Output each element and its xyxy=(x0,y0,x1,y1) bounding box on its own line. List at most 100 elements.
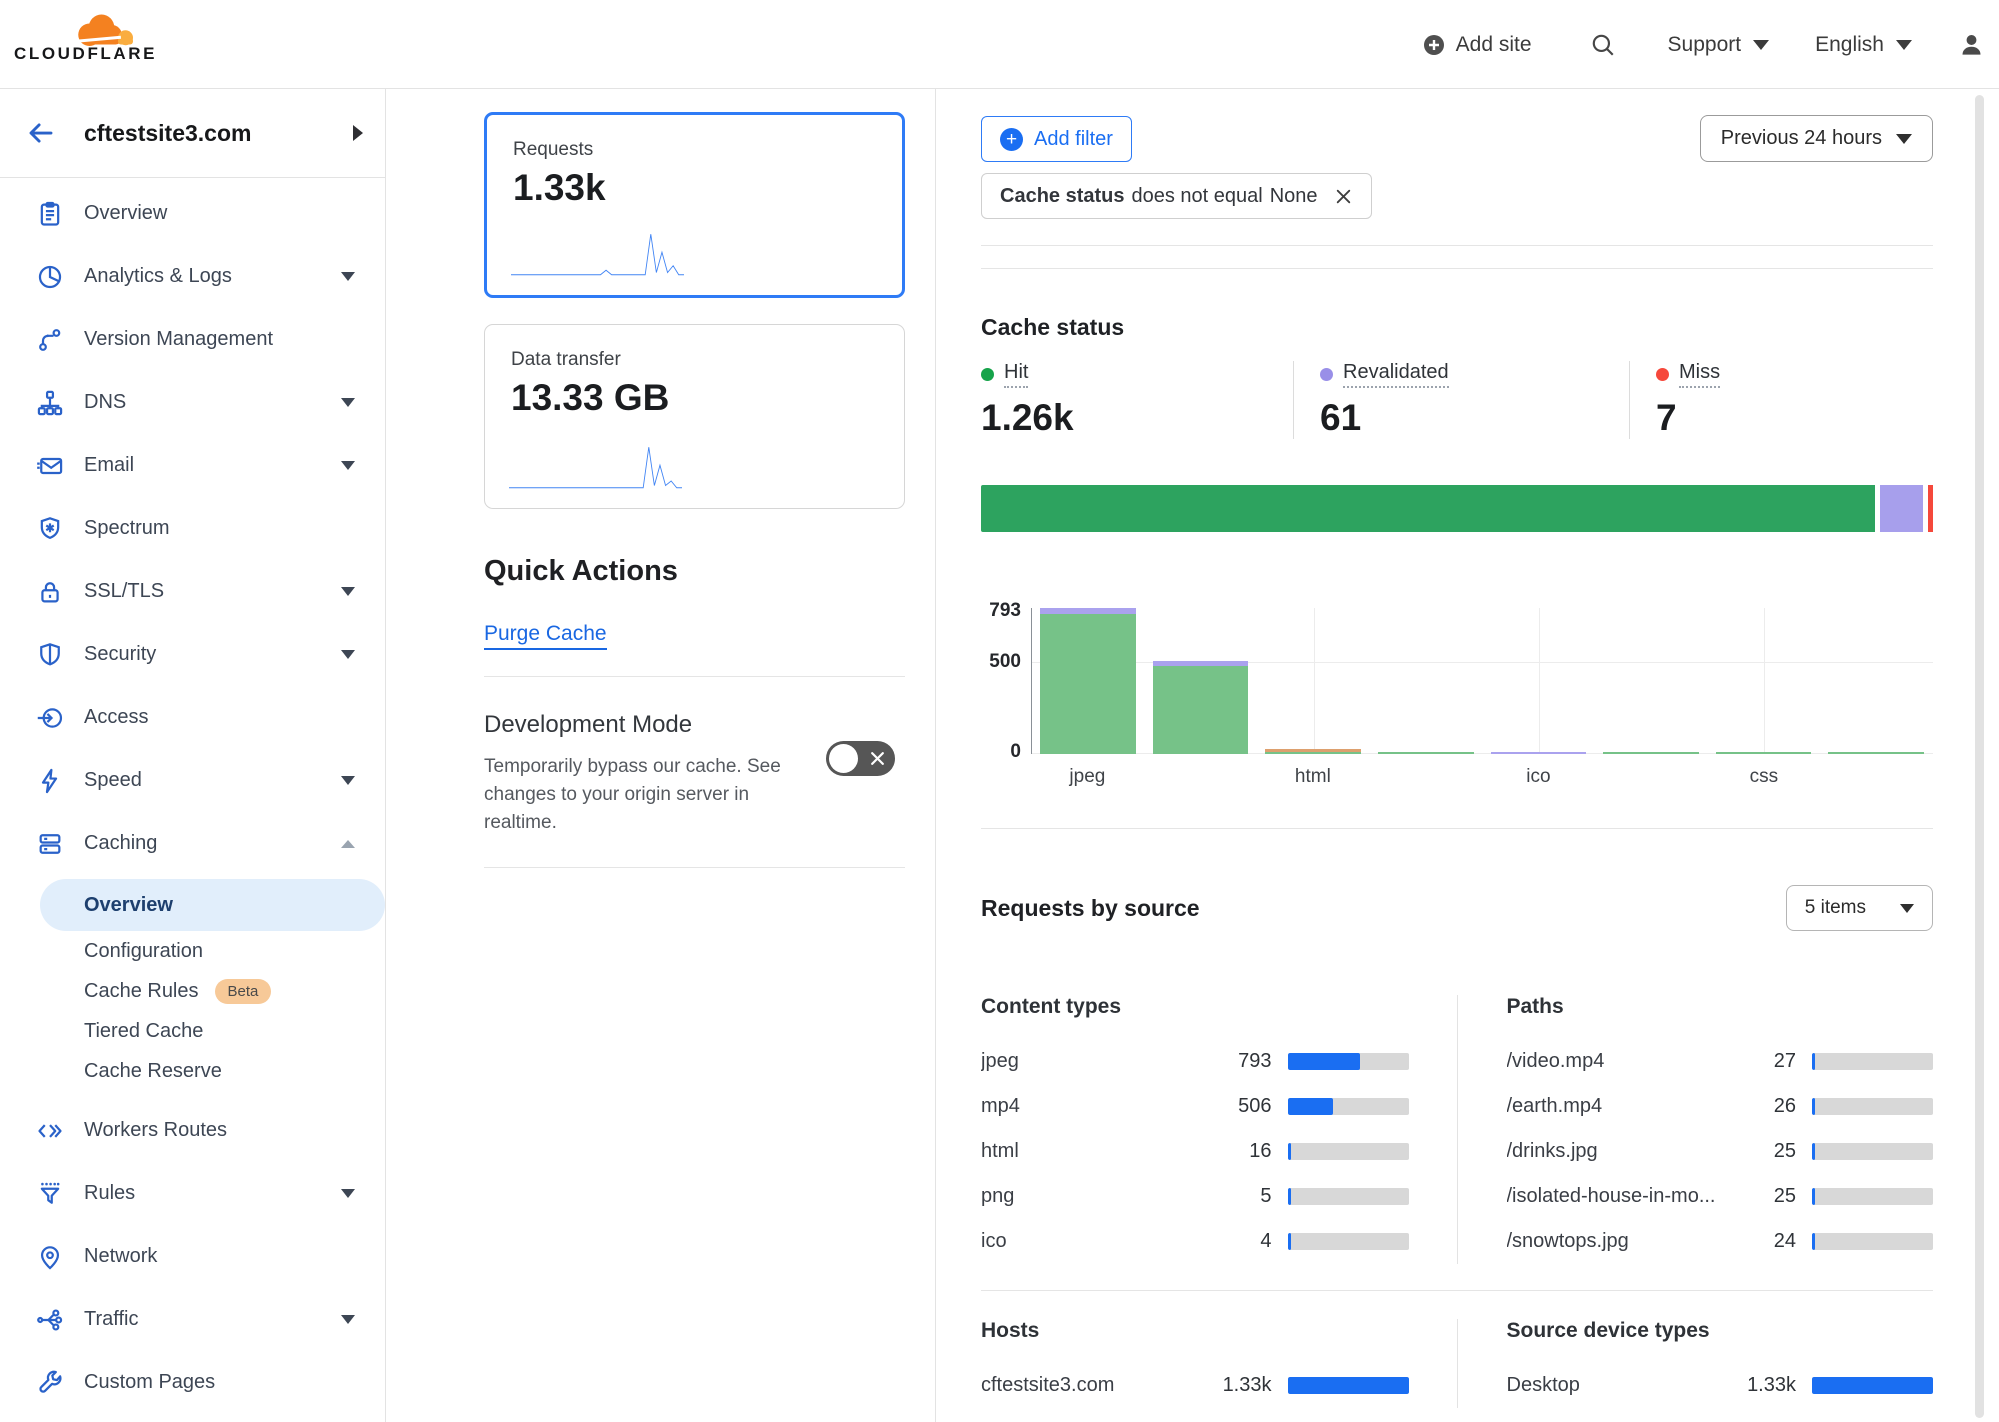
data-transfer-sparkline xyxy=(509,442,682,494)
language-menu[interactable]: English xyxy=(1815,33,1912,57)
chevron-down-icon xyxy=(341,776,355,785)
shield-asterisk-icon xyxy=(36,515,64,543)
site-name: cftestsite3.com xyxy=(84,120,251,147)
row-bar-fill xyxy=(1812,1377,1933,1394)
chevron-down-icon xyxy=(341,1189,355,1198)
row-bar-fill xyxy=(1288,1377,1409,1394)
sidebar-item-rules[interactable]: Rules xyxy=(0,1162,385,1225)
y-tick: 500 xyxy=(989,651,1021,673)
row-bar xyxy=(1812,1233,1933,1250)
divider xyxy=(981,268,1933,269)
sidebar-item-access[interactable]: Access xyxy=(0,686,385,749)
bar-segment-hit xyxy=(1378,752,1474,755)
row-value: 27 xyxy=(1726,1050,1796,1073)
chevron-down-icon xyxy=(341,650,355,659)
filter-toolbar: + Add filter Cache status does not equal… xyxy=(981,89,1933,219)
email-icon xyxy=(36,452,64,480)
sidebar-item-ssl-tls[interactable]: SSL/TLS xyxy=(0,560,385,623)
stat-label[interactable]: Hit xyxy=(1004,361,1028,388)
sidebar-item-workers-routes[interactable]: Workers Routes xyxy=(0,1099,385,1162)
paths-title: Paths xyxy=(1507,995,1934,1019)
development-mode-toggle[interactable] xyxy=(826,741,895,776)
chevron-down-icon xyxy=(1753,40,1769,50)
chart-bar xyxy=(1265,749,1361,754)
lock-icon xyxy=(36,578,64,606)
wrench-icon xyxy=(36,1369,64,1397)
row-bar-fill xyxy=(1812,1188,1815,1205)
add-site-button[interactable]: Add site xyxy=(1422,33,1532,57)
chevron-right-icon[interactable] xyxy=(353,125,363,141)
row-bar-fill xyxy=(1288,1143,1291,1160)
development-mode-description: Temporarily bypass our cache. See change… xyxy=(484,753,824,837)
row-bar-fill xyxy=(1812,1053,1815,1070)
shield-icon xyxy=(36,641,64,669)
chevron-down-icon xyxy=(341,461,355,470)
back-arrow-icon[interactable] xyxy=(26,118,56,148)
source-device-types-table: Desktop 1.33k xyxy=(1507,1363,1934,1408)
chevron-down-icon xyxy=(1896,134,1912,144)
chevron-down-icon xyxy=(341,398,355,407)
site-header: cftestsite3.com xyxy=(0,89,385,178)
chart-bar xyxy=(1716,752,1812,755)
sidebar-item-overview[interactable]: Overview xyxy=(0,182,385,245)
row-value: 16 xyxy=(1202,1140,1272,1163)
chart-bar xyxy=(1378,752,1474,755)
sidebar-item-email[interactable]: Email xyxy=(0,434,385,497)
stat-label[interactable]: Revalidated xyxy=(1343,361,1449,388)
row-bar xyxy=(1288,1377,1409,1394)
cloudflare-logo[interactable]: CLOUDFLARE xyxy=(14,6,136,66)
top-bar: CLOUDFLARE Add site Support English xyxy=(0,0,1999,89)
row-bar-fill xyxy=(1812,1143,1815,1160)
caching-subnav: Overview Configuration Cache RulesBeta T… xyxy=(0,879,385,1091)
sidebar-item-traffic[interactable]: Traffic xyxy=(0,1288,385,1351)
items-count-selector[interactable]: 5 items xyxy=(1786,885,1933,931)
cache-status-stacked-bar xyxy=(981,485,1933,532)
sidebar-item-network[interactable]: Network xyxy=(0,1225,385,1288)
sidebar-item-version-management[interactable]: Version Management xyxy=(0,308,385,371)
sidebar-subitem-configuration[interactable]: Configuration xyxy=(0,931,385,971)
table-row: png 5 xyxy=(981,1174,1409,1219)
sidebar-item-caching[interactable]: Caching xyxy=(0,812,385,875)
clipboard-icon xyxy=(36,200,64,228)
chart-gridline xyxy=(1539,608,1540,754)
table-row: jpeg 793 xyxy=(981,1039,1409,1084)
sidebar-subitem-cache-reserve[interactable]: Cache Reserve xyxy=(0,1051,385,1091)
vertical-scrollbar[interactable] xyxy=(1975,95,1984,1418)
table-row: cftestsite3.com 1.33k xyxy=(981,1363,1409,1408)
sidebar-subitem-caching-overview[interactable]: Overview xyxy=(40,879,385,931)
row-bar xyxy=(1812,1143,1933,1160)
stat-label[interactable]: Miss xyxy=(1679,361,1720,388)
data-transfer-metric-card[interactable]: Data transfer 13.33 GB xyxy=(484,324,905,509)
row-label: /drinks.jpg xyxy=(1507,1140,1727,1163)
row-bar xyxy=(1812,1377,1933,1394)
row-label: Desktop xyxy=(1507,1374,1727,1397)
row-label: mp4 xyxy=(981,1095,1202,1118)
time-range-selector[interactable]: Previous 24 hours xyxy=(1700,115,1933,162)
sidebar-item-custom-pages[interactable]: Custom Pages xyxy=(0,1351,385,1414)
purge-cache-link[interactable]: Purge Cache xyxy=(484,622,607,650)
stacked-bar-segment xyxy=(1928,485,1933,532)
remove-filter-icon[interactable] xyxy=(1334,187,1353,206)
content-types-title: Content types xyxy=(981,995,1409,1019)
y-tick: 793 xyxy=(989,600,1021,622)
account-menu[interactable] xyxy=(1958,31,1985,58)
chart-gridline xyxy=(1764,608,1765,754)
chevron-down-icon xyxy=(341,272,355,281)
sidebar-item-analytics-logs[interactable]: Analytics & Logs xyxy=(0,245,385,308)
sidebar-item-security[interactable]: Security xyxy=(0,623,385,686)
pie-chart-icon xyxy=(36,263,64,291)
sidebar-item-speed[interactable]: Speed xyxy=(0,749,385,812)
sidebar-item-spectrum[interactable]: Spectrum xyxy=(0,497,385,560)
row-value: 1.33k xyxy=(1202,1374,1272,1397)
add-filter-button[interactable]: + Add filter xyxy=(981,116,1132,162)
sidebar-subitem-cache-rules[interactable]: Cache RulesBeta xyxy=(0,971,385,1011)
support-menu[interactable]: Support xyxy=(1668,33,1770,57)
row-bar xyxy=(1288,1233,1409,1250)
sidebar-subitem-tiered-cache[interactable]: Tiered Cache xyxy=(0,1011,385,1051)
requests-metric-card[interactable]: Requests 1.33k xyxy=(484,112,905,298)
bar-segment-hit xyxy=(1265,752,1361,755)
chart-bar xyxy=(1603,752,1699,755)
filter-chip[interactable]: Cache status does not equal None xyxy=(981,173,1372,219)
search-button[interactable] xyxy=(1590,32,1616,58)
sidebar-item-dns[interactable]: DNS xyxy=(0,371,385,434)
